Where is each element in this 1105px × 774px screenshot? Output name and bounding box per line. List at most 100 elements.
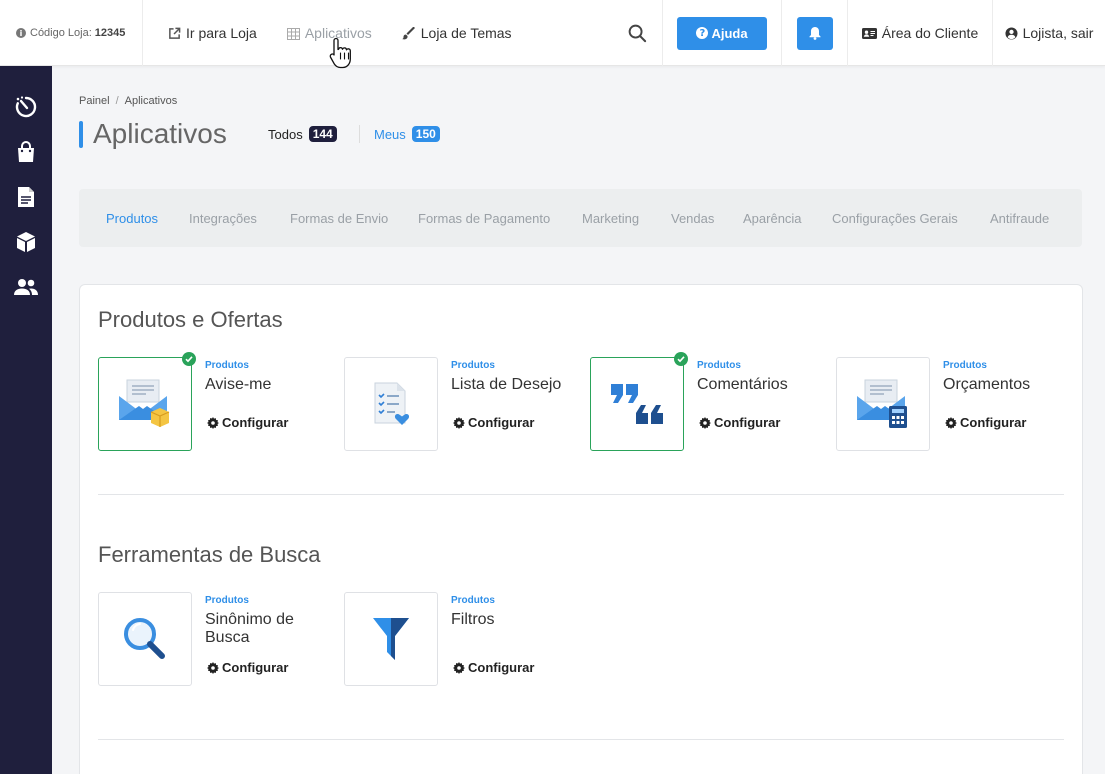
user-logout-link[interactable]: Lojista, sair	[993, 0, 1105, 66]
app-card-lista-de-desejo: Produtos Lista de Desejo Configurar	[344, 357, 584, 453]
category-tab-integracoes[interactable]: Integrações	[189, 211, 257, 226]
app-name[interactable]: Sinônimo de Busca	[205, 611, 335, 647]
app-category: Produtos	[943, 360, 987, 371]
top-bar: i Código Loja: 12345 Ir para Loja Aplica…	[0, 0, 1105, 66]
tab-mine[interactable]: Meus 150	[374, 126, 440, 142]
app-thumbnail[interactable]	[344, 357, 438, 451]
info-icon: i	[16, 28, 26, 38]
breadcrumb-current: Aplicativos	[124, 95, 178, 107]
gear-icon	[207, 661, 219, 674]
category-filter-bar: Produtos Integrações Formas de Envio For…	[79, 189, 1082, 247]
app-card-comentarios: Produtos Comentários Configurar	[590, 352, 830, 453]
category-tab-vendas[interactable]: Vendas	[671, 211, 714, 226]
external-link-icon	[169, 27, 181, 39]
app-card-filtros: Produtos Filtros Configurar	[344, 592, 584, 688]
category-tab-produtos[interactable]: Produtos	[106, 211, 158, 226]
user-circle-icon	[1005, 26, 1018, 40]
configure-button[interactable]: Configurar	[453, 660, 534, 675]
quote-icon	[611, 384, 663, 424]
category-tab-configuracoes-gerais[interactable]: Configurações Gerais	[832, 211, 958, 226]
gear-icon	[945, 416, 957, 429]
help-button[interactable]: ? Ajuda	[677, 16, 767, 50]
category-tab-marketing[interactable]: Marketing	[582, 211, 639, 226]
app-category: Produtos	[451, 360, 495, 371]
count-badge: 150	[411, 126, 440, 142]
hand-cursor-icon	[329, 37, 351, 69]
installed-check-icon	[674, 352, 688, 366]
bell-icon	[809, 27, 820, 40]
nav-theme-store[interactable]: Loja de Temas	[387, 25, 527, 41]
count-badge: 144	[308, 126, 337, 142]
section-title: Ferramentas de Busca	[98, 542, 321, 567]
search-button[interactable]	[613, 0, 663, 66]
envelope-box-icon	[119, 379, 170, 427]
gear-icon	[207, 416, 219, 429]
client-area-link[interactable]: Área do Cliente	[848, 0, 993, 66]
app-category: Produtos	[451, 595, 495, 606]
configure-button[interactable]: Configurar	[699, 415, 780, 430]
tab-divider	[359, 125, 360, 143]
app-name[interactable]: Lista de Desejo	[451, 376, 581, 394]
magnifier-icon	[124, 618, 165, 659]
installed-check-icon	[182, 352, 196, 366]
app-category: Produtos	[205, 360, 249, 371]
configure-button[interactable]: Configurar	[207, 415, 288, 430]
title-accent-bar	[79, 121, 83, 148]
sidebar-item-customers[interactable]	[14, 275, 38, 299]
section-title: Produtos e Ofertas	[98, 307, 283, 332]
app-card-orcamentos: Produtos Orçamentos Configurar	[836, 357, 1076, 453]
app-name[interactable]: Avise-me	[205, 376, 335, 394]
section-divider	[98, 494, 1064, 495]
funnel-icon	[373, 618, 409, 660]
category-tab-formas-envio[interactable]: Formas de Envio	[290, 211, 388, 226]
app-thumbnail[interactable]	[98, 352, 196, 451]
configure-button[interactable]: Configurar	[207, 660, 288, 675]
configure-button[interactable]: Configurar	[453, 415, 534, 430]
envelope-calculator-icon	[857, 379, 907, 428]
document-icon	[18, 187, 34, 207]
store-code: i Código Loja: 12345	[0, 0, 143, 66]
breadcrumb-separator: /	[115, 95, 119, 107]
category-tab-aparencia[interactable]: Aparência	[743, 211, 802, 226]
app-thumbnail[interactable]	[344, 592, 438, 686]
grid-icon	[286, 28, 300, 40]
brush-icon	[401, 26, 415, 40]
app-name[interactable]: Orçamentos	[943, 376, 1073, 394]
breadcrumb: Painel / Aplicativos	[79, 95, 177, 107]
box-icon	[17, 232, 35, 252]
users-icon	[14, 279, 38, 295]
app-card-avise-me: Produtos Avise-me Configurar	[98, 352, 338, 453]
checklist-heart-icon	[374, 382, 410, 425]
gear-icon	[453, 416, 465, 429]
store-code-value: 12345	[94, 27, 126, 39]
notifications-button[interactable]	[796, 16, 833, 50]
nav-go-to-store[interactable]: Ir para Loja	[153, 25, 272, 41]
category-tab-formas-pagamento[interactable]: Formas de Pagamento	[418, 211, 550, 226]
store-code-label: Código Loja:	[30, 27, 92, 39]
tab-all[interactable]: Todos 144	[268, 126, 337, 142]
sidebar-item-dashboard[interactable]	[14, 95, 38, 119]
sidebar-item-orders[interactable]	[14, 140, 38, 164]
app-name[interactable]: Comentários	[697, 376, 827, 394]
sidebar-item-reports[interactable]	[14, 185, 38, 209]
question-icon: ?	[696, 27, 709, 39]
dashboard-icon	[15, 96, 37, 118]
sidebar-item-products[interactable]	[14, 230, 38, 254]
id-card-icon	[861, 27, 877, 39]
sidebar	[0, 66, 52, 774]
app-thumbnail[interactable]	[98, 592, 192, 686]
gear-icon	[699, 416, 711, 429]
app-name[interactable]: Filtros	[451, 611, 581, 629]
app-card-sinonimo-de-busca: Produtos Sinônimo de Busca Configurar	[98, 592, 338, 688]
app-thumbnail[interactable]	[836, 357, 930, 451]
page-title: Aplicativos	[93, 118, 227, 149]
search-icon	[628, 24, 647, 42]
app-thumbnail[interactable]	[590, 352, 688, 451]
app-category: Produtos	[697, 360, 741, 371]
section-divider	[98, 739, 1064, 740]
category-tab-antifraude[interactable]: Antifraude	[990, 211, 1049, 226]
shopping-bag-icon	[18, 141, 34, 162]
configure-button[interactable]: Configurar	[945, 415, 1026, 430]
breadcrumb-root[interactable]: Painel	[79, 95, 110, 107]
gear-icon	[453, 661, 465, 674]
